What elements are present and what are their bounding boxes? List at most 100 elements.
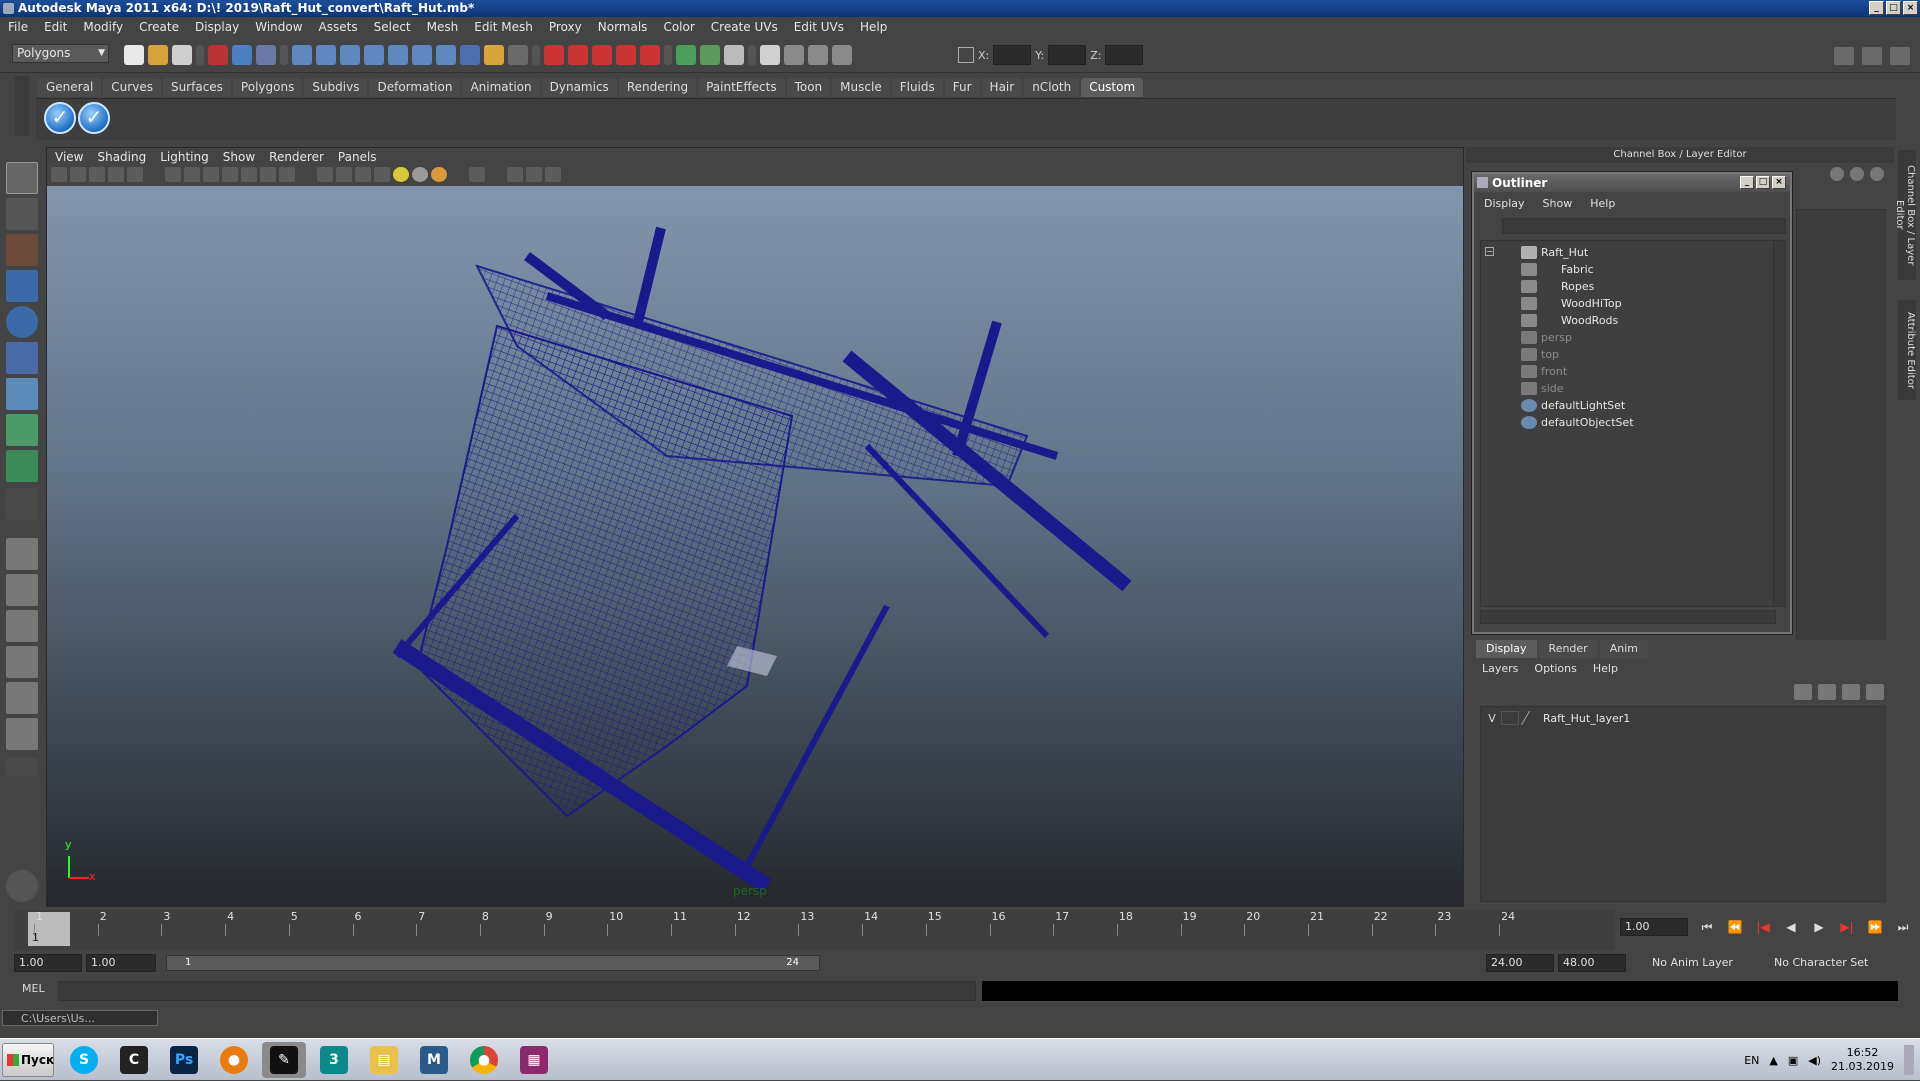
shelf-tab-rendering[interactable]: Rendering xyxy=(618,78,697,97)
current-frame-field[interactable]: 1.00 xyxy=(1620,918,1688,936)
manipulator-icon[interactable] xyxy=(6,378,38,410)
step-forward-icon[interactable]: ⏩ xyxy=(1864,918,1886,936)
go-to-start-icon[interactable]: ⏮ xyxy=(1696,918,1718,936)
viewport-menu-lighting[interactable]: Lighting xyxy=(160,150,209,164)
clock[interactable]: 16:52 21.03.2019 xyxy=(1831,1046,1894,1074)
wireframe-icon[interactable] xyxy=(317,167,333,182)
maximize-button[interactable]: □ xyxy=(1886,1,1901,15)
side-tab-attribute-editor[interactable]: Attribute Editor xyxy=(1898,300,1916,400)
language-indicator[interactable]: EN xyxy=(1744,1054,1759,1067)
layer-tab-anim[interactable]: Anim xyxy=(1599,640,1648,658)
hypershade-layout-icon[interactable] xyxy=(6,682,38,714)
taskbar-app-inkscape[interactable]: ✎ xyxy=(262,1042,306,1078)
outliner-layout-icon[interactable] xyxy=(6,610,38,642)
new-scene-icon[interactable] xyxy=(124,45,144,65)
single-pane-layout-icon[interactable] xyxy=(6,538,38,570)
camera-attributes-icon[interactable] xyxy=(70,167,86,182)
wireframe-on-shaded-icon[interactable] xyxy=(355,167,371,182)
channel-box-icon[interactable] xyxy=(1830,167,1844,181)
outliner-item[interactable]: Fabric xyxy=(1521,261,1594,277)
two-d-pan-icon[interactable] xyxy=(127,167,143,182)
scale-tool-icon[interactable] xyxy=(6,342,38,374)
x-field[interactable] xyxy=(993,45,1032,65)
menu-normals[interactable]: Normals xyxy=(598,20,648,34)
shelf-tab-animation[interactable]: Animation xyxy=(462,78,540,97)
construction-icon[interactable] xyxy=(436,45,456,65)
shelf-tab-hair[interactable]: Hair xyxy=(981,78,1023,97)
lasso-tool-icon[interactable] xyxy=(6,198,38,230)
command-input[interactable] xyxy=(58,981,976,1001)
new-layer-icon[interactable] xyxy=(1842,684,1860,700)
isolate-select-icon[interactable] xyxy=(507,167,523,182)
collapse-icon[interactable]: − xyxy=(1485,247,1494,256)
outliner-item[interactable]: defaultObjectSet xyxy=(1521,414,1634,430)
outliner-item[interactable]: WoodHiTop xyxy=(1521,295,1622,311)
outliner-minimize-button[interactable]: _ xyxy=(1740,176,1754,189)
layer-editor-icon[interactable] xyxy=(1850,167,1864,181)
input-ops-icon[interactable] xyxy=(544,45,564,65)
layer-visibility-toggle[interactable]: V xyxy=(1483,712,1501,725)
snap-point-icon[interactable] xyxy=(340,45,360,65)
layer-row[interactable]: V Raft_Hut_layer1 xyxy=(1483,709,1883,727)
snap-curve-icon[interactable] xyxy=(316,45,336,65)
xray-icon[interactable] xyxy=(469,167,485,182)
step-forward-key-icon[interactable]: ▶| xyxy=(1836,918,1858,936)
end-time-field[interactable]: 48.00 xyxy=(1558,954,1626,972)
menu-mesh[interactable]: Mesh xyxy=(427,20,459,34)
shelf-menu-handle[interactable] xyxy=(15,76,29,136)
shelf-tab-subdivs[interactable]: Subdivs xyxy=(304,78,368,97)
go-to-end-icon[interactable]: ⏭ xyxy=(1892,918,1914,936)
playback-start-field[interactable]: 1.00 xyxy=(86,954,156,972)
gate-mask-icon[interactable] xyxy=(222,167,238,182)
render-frame-icon[interactable] xyxy=(700,45,720,65)
select-camera-icon[interactable] xyxy=(51,167,67,182)
taskbar-app-chrome[interactable]: ● xyxy=(462,1042,506,1078)
safe-title-icon[interactable] xyxy=(279,167,295,182)
menu-edit-uvs[interactable]: Edit UVs xyxy=(794,20,844,34)
shelf-tab-polygons[interactable]: Polygons xyxy=(232,78,303,97)
minimized-window[interactable]: C:\Users\Us... xyxy=(2,1010,158,1026)
four-pane-layout-icon[interactable] xyxy=(6,574,38,606)
menu-file[interactable]: File xyxy=(8,20,28,34)
taskbar-app-winrar[interactable]: ▦ xyxy=(512,1042,556,1078)
layer-menu-help[interactable]: Help xyxy=(1593,662,1618,675)
select-input-icon[interactable] xyxy=(508,45,528,65)
menu-proxy[interactable]: Proxy xyxy=(549,20,582,34)
resolution-gate-icon[interactable] xyxy=(203,167,219,182)
taskbar-app-skype[interactable]: S xyxy=(62,1042,106,1078)
bookmark-icon[interactable] xyxy=(89,167,105,182)
shelf-tab-muscle[interactable]: Muscle xyxy=(832,78,890,97)
layer-tab-render[interactable]: Render xyxy=(1538,640,1598,658)
film-gate-icon[interactable] xyxy=(184,167,200,182)
outliner-close-button[interactable]: × xyxy=(1772,176,1786,189)
viewport-menu-show[interactable]: Show xyxy=(223,150,255,164)
taskbar-app-maya[interactable]: M xyxy=(412,1042,456,1078)
render-settings-icon[interactable] xyxy=(760,45,780,65)
show-manipulator-icon[interactable] xyxy=(6,450,38,482)
outliner-maximize-button[interactable]: □ xyxy=(1756,176,1770,189)
menu-edit[interactable]: Edit xyxy=(44,20,67,34)
select-tool-icon[interactable] xyxy=(6,162,38,194)
outliner-item[interactable]: Raft_Hut xyxy=(1521,244,1588,260)
shelf-tab-surfaces[interactable]: Surfaces xyxy=(162,78,231,97)
menu-help[interactable]: Help xyxy=(860,20,887,34)
mode-selector[interactable]: Polygons ▼ xyxy=(12,44,109,63)
volume-icon[interactable]: ◀) xyxy=(1808,1054,1821,1067)
shelf-tab-ncloth[interactable]: nCloth xyxy=(1024,78,1080,97)
taskbar-app-explorer[interactable]: ▤ xyxy=(362,1042,406,1078)
menu-create-uvs[interactable]: Create UVs xyxy=(711,20,778,34)
shelf-tab-fur[interactable]: Fur xyxy=(944,78,980,97)
character-set-dropdown[interactable]: No Character Set xyxy=(1770,954,1900,972)
taskbar-app-photoshop[interactable]: Ps xyxy=(162,1042,206,1078)
menu-assets[interactable]: Assets xyxy=(319,20,358,34)
grid-icon[interactable] xyxy=(165,167,181,182)
menu-select[interactable]: Select xyxy=(374,20,411,34)
show-desktop-icon[interactable] xyxy=(1904,1045,1914,1075)
outliner-item[interactable]: front xyxy=(1521,363,1567,379)
z-field[interactable] xyxy=(1105,45,1144,65)
move-tool-icon[interactable] xyxy=(6,270,38,302)
select-object-icon[interactable] xyxy=(232,45,252,65)
menu-window[interactable]: Window xyxy=(255,20,302,34)
render-globals-icon[interactable] xyxy=(808,45,828,65)
layer-menu-layers[interactable]: Layers xyxy=(1482,662,1518,675)
